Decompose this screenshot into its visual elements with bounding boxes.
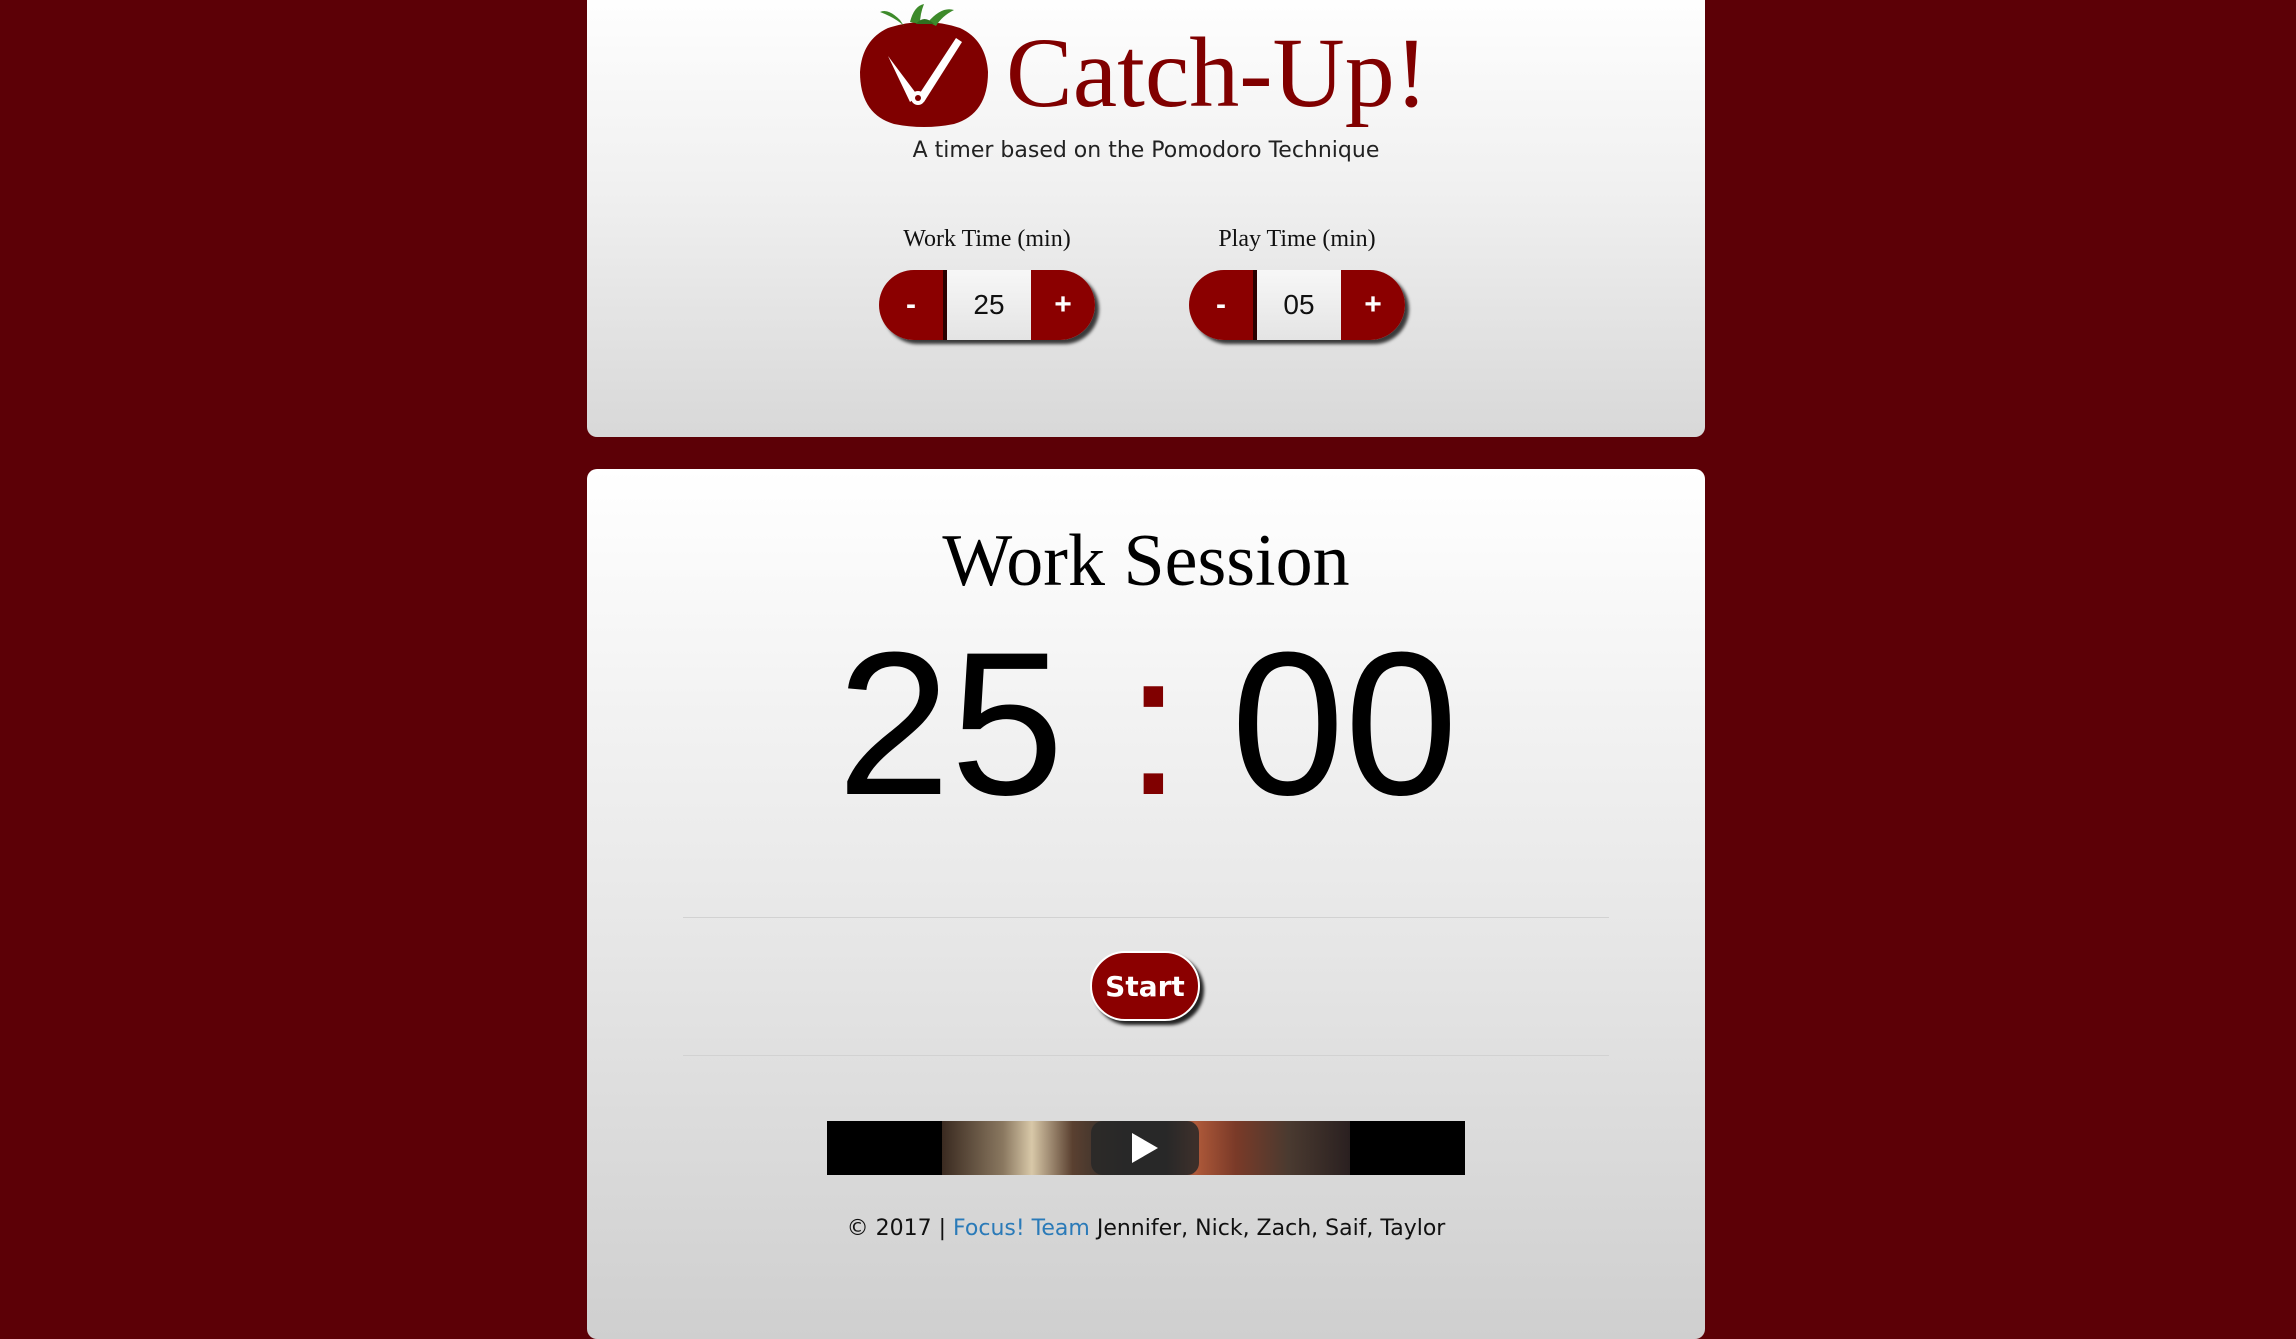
session-title: Work Session (942, 520, 1350, 602)
footer: © 2017 | Focus! Team Jennifer, Nick, Zac… (587, 1216, 1705, 1241)
play-time-label: Play Time (min) (1218, 226, 1376, 252)
app-title: Catch-Up! (1006, 17, 1429, 128)
video-play-button[interactable] (1091, 1121, 1199, 1175)
work-time-label: Work Time (min) (903, 226, 1071, 252)
work-time-control: Work Time (min) - 25 + (877, 226, 1137, 340)
timer-panel: Work Session 25 : 00 Start © 2017 | Focu… (587, 469, 1705, 1339)
work-time-stepper: - 25 + (879, 270, 1095, 340)
video-player[interactable] (827, 1121, 1465, 1175)
divider (683, 1055, 1609, 1056)
app-subtitle: A timer based on the Pomodoro Technique (912, 138, 1380, 163)
play-time-decrement-button[interactable]: - (1189, 270, 1257, 340)
play-time-increment-button[interactable]: + (1341, 270, 1405, 340)
play-time-value[interactable]: 05 (1257, 270, 1341, 340)
play-time-stepper: - 05 + (1189, 270, 1405, 340)
play-icon (1132, 1133, 1158, 1163)
countdown-clock: 25 : 00 (587, 610, 1705, 838)
team-members: Jennifer, Nick, Zach, Saif, Taylor (1096, 1216, 1446, 1241)
team-link[interactable]: Focus! Team (953, 1216, 1090, 1241)
work-time-value[interactable]: 25 (947, 270, 1031, 340)
logo-row: Catch-Up! (587, 0, 1705, 130)
play-time-control: Play Time (min) - 05 + (1187, 226, 1447, 340)
clock-minutes: 25 (837, 610, 1064, 838)
clock-seconds: 00 (1231, 610, 1458, 838)
work-time-decrement-button[interactable]: - (879, 270, 947, 340)
work-time-increment-button[interactable]: + (1031, 270, 1095, 340)
clock-separator: : (1125, 610, 1182, 838)
header-panel: Catch-Up! A timer based on the Pomodoro … (587, 0, 1705, 437)
footer-copyright: © 2017 | (846, 1216, 947, 1241)
start-button[interactable]: Start (1090, 951, 1200, 1021)
divider (683, 917, 1609, 918)
tomato-clock-icon (860, 4, 988, 127)
